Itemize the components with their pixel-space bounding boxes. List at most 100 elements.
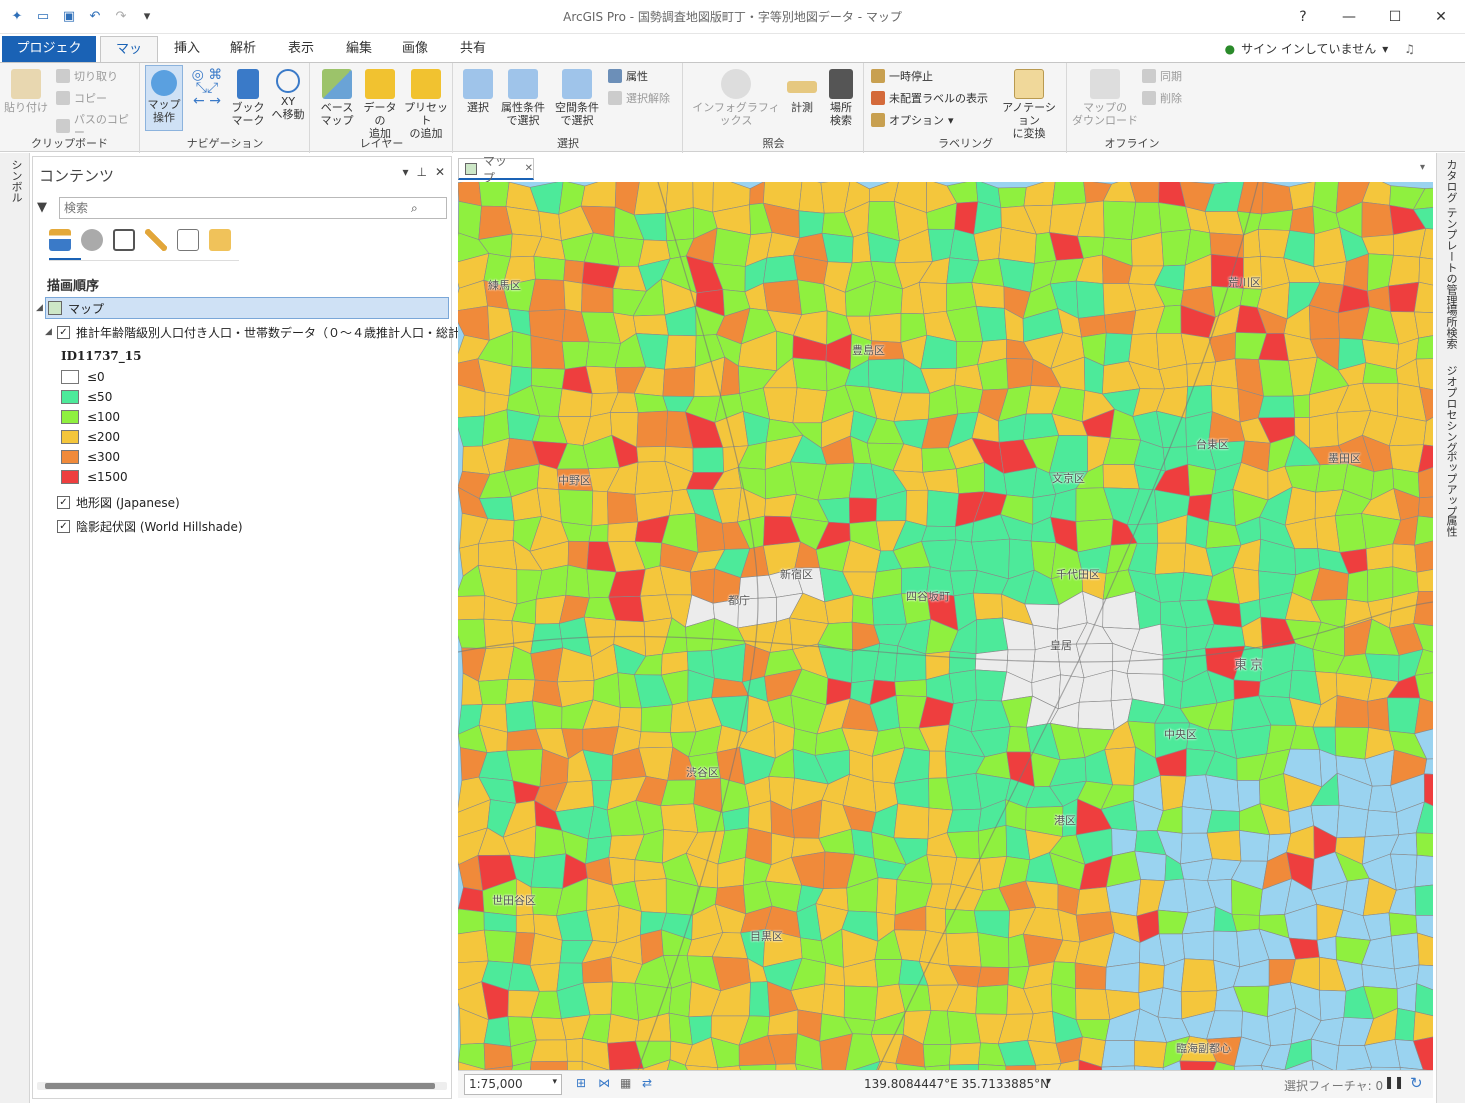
map-polygon[interactable]	[1364, 809, 1400, 838]
map-polygon[interactable]	[530, 853, 567, 889]
map-polygon[interactable]	[607, 521, 639, 543]
map-polygon[interactable]	[997, 187, 1027, 209]
tree-item-basemap-topo[interactable]: ✓ 地形図 (Japanese)	[57, 491, 180, 513]
map-polygon[interactable]	[665, 207, 695, 242]
map-polygon[interactable]	[945, 932, 982, 968]
map-polygon[interactable]	[458, 886, 485, 913]
map-view[interactable]: 練馬区 豊島区 荒川区 中野区 文京区 台東区 墨田区 新宿区 千代田区 都庁 …	[458, 182, 1433, 1070]
map-polygon[interactable]	[1154, 542, 1187, 575]
convert-to-annotation-button[interactable]: アノテーション に変換	[997, 69, 1061, 140]
map-polygon[interactable]	[458, 929, 489, 964]
map-polygon[interactable]	[458, 618, 487, 649]
horizontal-scrollbar[interactable]	[37, 1082, 447, 1090]
map-polygon[interactable]	[478, 182, 510, 207]
map-polygon[interactable]	[588, 523, 609, 543]
map-polygon[interactable]	[1315, 463, 1349, 493]
map-polygon[interactable]	[975, 617, 1009, 655]
tab-locate[interactable]: 場所検索	[1443, 305, 1459, 349]
map-polygon[interactable]	[1102, 464, 1140, 490]
tab-attributes[interactable]: 属性	[1443, 515, 1459, 537]
close-icon[interactable]: ✕	[435, 165, 445, 179]
scale-select[interactable]: 1:75,000 ▾	[464, 1074, 562, 1095]
map-polygon[interactable]	[1206, 830, 1242, 862]
snapping-icon[interactable]: ⋈	[598, 1076, 610, 1090]
layer-visibility-checkbox[interactable]: ✓	[57, 495, 70, 509]
map-polygon[interactable]	[928, 750, 948, 779]
legend-item[interactable]: ≤0	[61, 367, 105, 387]
map-polygon[interactable]	[762, 254, 798, 284]
map-polygon[interactable]	[1388, 281, 1420, 313]
map-polygon[interactable]	[1367, 566, 1394, 603]
search-input[interactable]	[59, 197, 447, 219]
map-polygon[interactable]	[531, 367, 566, 390]
map-polygon[interactable]	[1206, 809, 1240, 834]
map-polygon[interactable]	[533, 255, 566, 281]
map-polygon[interactable]	[1334, 695, 1369, 728]
map-polygon[interactable]	[563, 259, 585, 284]
map-polygon[interactable]	[505, 700, 537, 733]
map-polygon[interactable]	[483, 1016, 511, 1047]
map-polygon[interactable]	[581, 282, 614, 313]
tab-insert[interactable]: 挿入	[164, 36, 210, 62]
search-icon[interactable]: ⌕	[411, 201, 418, 216]
pause-labeling-button[interactable]: 一時停止	[871, 69, 933, 83]
map-polygon[interactable]	[567, 540, 590, 570]
map-polygon[interactable]	[608, 856, 636, 886]
chevron-down-icon[interactable]: ▾	[1046, 1076, 1051, 1087]
map-polygon[interactable]	[1075, 886, 1111, 916]
data-source-icon[interactable]	[81, 229, 103, 251]
map-polygon[interactable]	[1415, 832, 1433, 858]
tab-map[interactable]: マップ	[100, 36, 158, 83]
map-polygon[interactable]	[848, 497, 878, 524]
map-polygon[interactable]	[1365, 543, 1394, 571]
map-polygon[interactable]	[821, 983, 845, 1018]
map-polygon[interactable]	[1413, 1011, 1433, 1042]
map-polygon[interactable]	[712, 227, 751, 267]
map-polygon[interactable]	[458, 595, 486, 621]
map-polygon[interactable]	[1289, 205, 1315, 235]
map-polygon[interactable]	[511, 330, 533, 369]
expand-icon[interactable]: ◢	[36, 303, 48, 313]
map-polygon[interactable]	[1257, 395, 1295, 419]
map-polygon[interactable]	[1051, 182, 1087, 206]
map-polygon[interactable]	[971, 282, 1005, 309]
map-polygon[interactable]	[1204, 211, 1244, 236]
map-polygon[interactable]	[1231, 913, 1260, 932]
map-polygon[interactable]	[1160, 623, 1188, 656]
map-polygon[interactable]	[1103, 332, 1133, 367]
map-polygon[interactable]	[876, 877, 898, 916]
map-polygon[interactable]	[1231, 724, 1272, 759]
map-polygon[interactable]	[458, 305, 490, 341]
paste-button[interactable]: 貼り付け	[4, 69, 48, 114]
goto-xy-button[interactable]: XY へ移動	[269, 69, 307, 121]
map-polygon[interactable]	[567, 1060, 583, 1070]
map-polygon[interactable]	[558, 489, 594, 527]
map-polygon[interactable]	[1133, 1040, 1167, 1069]
map-polygon[interactable]	[606, 491, 639, 525]
map-polygon[interactable]	[975, 669, 1008, 702]
tab-share[interactable]: 共有	[450, 36, 496, 62]
basemap-button[interactable]: ベース マップ	[317, 69, 357, 127]
tab-map-view[interactable]: マップ ✕	[458, 154, 534, 185]
map-polygon[interactable]	[636, 446, 667, 463]
navigation-small-tools[interactable]: ◎ ⌘ ⤡⤢ ← →	[187, 68, 227, 108]
map-polygon[interactable]	[797, 279, 828, 316]
map-polygon[interactable]	[1180, 958, 1218, 993]
labeling-view-icon[interactable]	[209, 229, 231, 251]
tree-item-basemap-hillshade[interactable]: ✓ 陰影起伏図 (World Hillshade)	[57, 515, 243, 537]
map-polygon[interactable]	[1361, 201, 1394, 238]
refresh-extent-icon[interactable]: ⇄	[642, 1076, 652, 1090]
map-polygon[interactable]	[1208, 489, 1236, 527]
map-polygon[interactable]	[874, 959, 903, 988]
map-polygon[interactable]	[1101, 1040, 1135, 1068]
map-polygon[interactable]	[925, 905, 947, 935]
map-polygon[interactable]	[977, 932, 1010, 968]
map-polygon[interactable]	[636, 410, 668, 448]
map-polygon[interactable]	[946, 808, 982, 834]
map-polygon[interactable]	[585, 341, 621, 368]
map-polygon[interactable]	[1261, 182, 1294, 215]
map-polygon[interactable]	[664, 334, 697, 370]
map-polygon[interactable]	[1210, 358, 1239, 390]
map-polygon[interactable]	[534, 825, 567, 859]
sync-button[interactable]: 同期	[1142, 69, 1182, 83]
